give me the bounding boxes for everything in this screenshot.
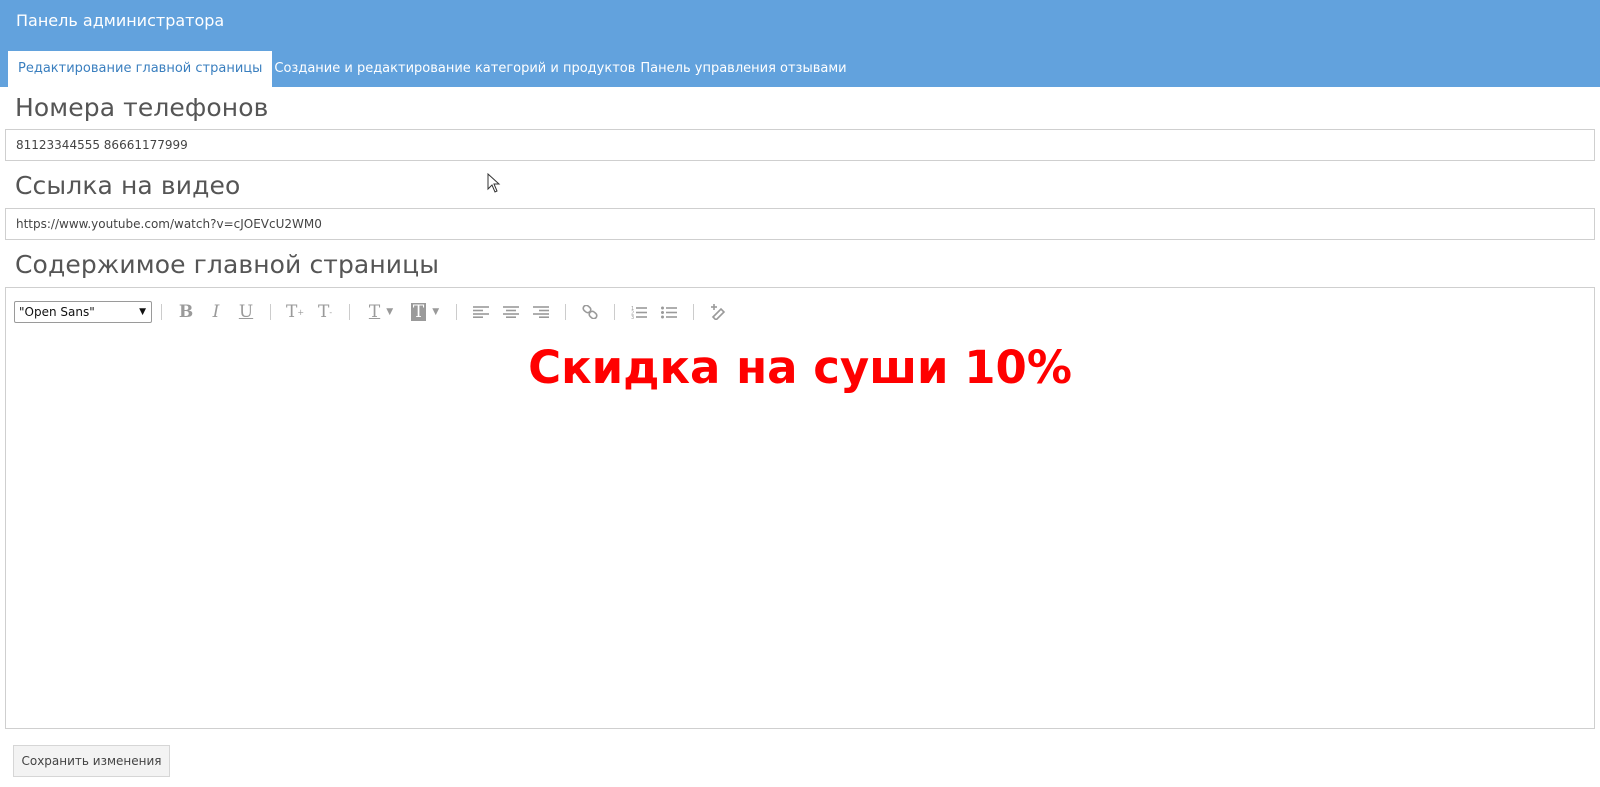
underline-icon[interactable]: U [231,300,261,324]
clear-format-icon[interactable] [703,300,733,324]
rich-text-editor: "Open Sans" ▼ B I U T + T- T ▼ T ▼ 1 2 3… [5,287,1595,729]
link-icon[interactable] [575,300,605,324]
video-heading: Ссылка на видео [15,171,241,200]
background-color-icon[interactable]: T ▼ [403,300,447,324]
toolbar-divider [565,304,566,320]
toolbar-divider [614,304,615,320]
subscript-icon[interactable]: T- [310,300,340,324]
toolbar-divider [693,304,694,320]
admin-header: Панель администратора Редактирование гла… [0,0,1600,87]
toolbar-divider [270,304,271,320]
unordered-list-icon[interactable] [654,300,684,324]
editor-content-area[interactable]: Скидка на суши 10% [6,338,1594,728]
phones-input[interactable]: 81123344555 86661177999 [5,129,1595,161]
font-family-value: "Open Sans" [19,305,95,319]
phones-heading: Номера телефонов [15,93,269,122]
bold-icon[interactable]: B [171,300,201,324]
tab-categories-products[interactable]: Создание и редактирование категорий и пр… [272,51,638,87]
italic-icon[interactable]: I [201,300,231,324]
toolbar-divider [161,304,162,320]
svg-text:3: 3 [631,315,634,319]
text-color-icon[interactable]: T ▼ [359,300,403,324]
align-right-icon[interactable] [526,300,556,324]
align-left-icon[interactable] [466,300,496,324]
superscript-icon[interactable]: T + [280,300,310,324]
content-heading: Содержимое главной страницы [15,250,440,279]
caret-down-icon: ▼ [139,307,146,317]
promo-text: Скидка на суши 10% [528,341,1072,394]
tab-reviews[interactable]: Панель управления отзывами [638,51,849,87]
app-title: Панель администратора [16,11,225,30]
tab-edit-main-page[interactable]: Редактирование главной страницы [8,51,273,87]
align-center-icon[interactable] [496,300,526,324]
toolbar-divider [456,304,457,320]
save-changes-button[interactable]: Сохранить изменения [13,745,170,777]
font-family-select[interactable]: "Open Sans" ▼ [14,301,152,323]
video-url-input[interactable]: https://www.youtube.com/watch?v=cJOEVcU2… [5,208,1595,240]
mouse-cursor-icon [487,173,501,193]
toolbar-divider [349,304,350,320]
ordered-list-icon[interactable]: 123 [624,300,654,324]
tab-bar: Редактирование главной страницы Создание… [8,51,850,87]
editor-toolbar: "Open Sans" ▼ B I U T + T- T ▼ T ▼ 1 2 3 [14,299,733,325]
